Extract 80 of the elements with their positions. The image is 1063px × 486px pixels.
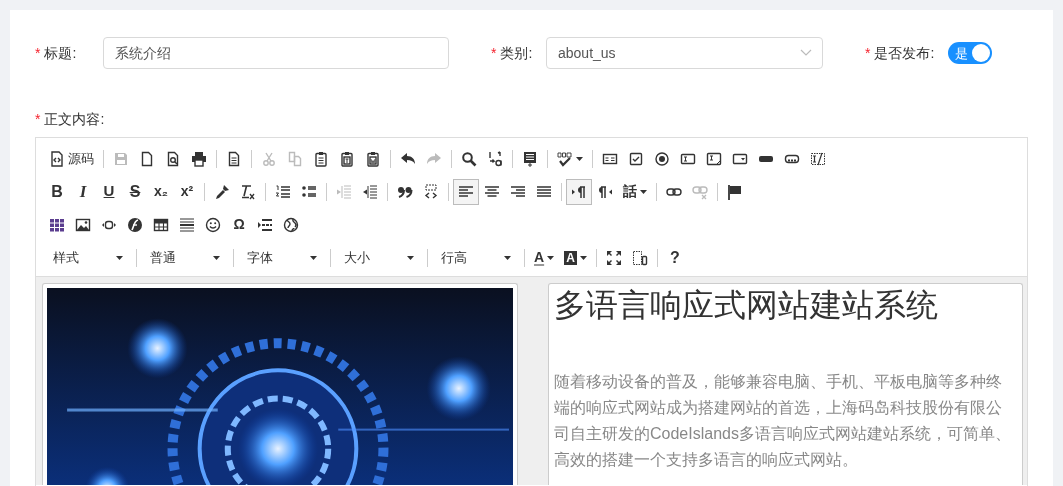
caret-icon bbox=[504, 255, 511, 260]
bolt-circle-icon bbox=[127, 216, 143, 233]
strike-button[interactable]: S bbox=[122, 178, 148, 205]
source-button[interactable]: 源码 bbox=[44, 145, 99, 172]
pilcrow-right-icon bbox=[571, 183, 587, 200]
pilcrow-left-icon bbox=[597, 183, 613, 200]
caret-icon bbox=[310, 255, 317, 260]
field-label: 是否发布: bbox=[874, 43, 935, 63]
broken-link-icon bbox=[692, 183, 708, 200]
expand-arrows-icon bbox=[605, 249, 622, 266]
table-icon bbox=[153, 216, 169, 233]
field-label: 类别: bbox=[500, 43, 533, 63]
numbered-list-icon bbox=[275, 183, 291, 200]
plain-button[interactable]: x₂ bbox=[148, 178, 174, 205]
format-dropdown[interactable]: 字体 bbox=[238, 244, 326, 271]
required-asterisk: * bbox=[491, 43, 497, 63]
align-left-icon bbox=[458, 183, 474, 200]
ring-dot-icon bbox=[654, 150, 670, 167]
bold-button[interactable]: B bbox=[44, 178, 70, 205]
paragraph: 随着移动设备的普及，能够兼容电脑、手机、平板电脑等多种终端的响应式网站成为搭建网站的首选，上海码岛科技股份有限公司自主研发的CodeIslands多语言响应式网站建站系统，可简单、高效的搭建一个支持多语言的响应式网站。 bbox=[554, 372, 1012, 470]
paintbrush-icon bbox=[214, 183, 230, 200]
bgcolor-button[interactable]: A bbox=[559, 244, 592, 271]
plain-button[interactable]: x² bbox=[174, 178, 200, 205]
format-dropdown[interactable]: 样式 bbox=[44, 244, 132, 271]
caret-icon bbox=[213, 255, 220, 260]
image-icon bbox=[75, 216, 91, 233]
format-dropdown[interactable]: 大小 bbox=[335, 244, 423, 271]
align-right-icon bbox=[510, 183, 526, 200]
smiley-icon bbox=[205, 216, 221, 233]
plain-button[interactable]: Ω bbox=[226, 211, 252, 238]
globe-icon bbox=[283, 216, 299, 233]
horizontal-lines-icon bbox=[179, 216, 195, 233]
spellcheck-icon bbox=[557, 150, 573, 167]
code-block-icon bbox=[423, 183, 439, 200]
caret-icon bbox=[116, 255, 123, 260]
swap-arrows-icon bbox=[487, 150, 503, 167]
document-lines-icon bbox=[226, 150, 242, 167]
required-asterisk: * bbox=[865, 43, 871, 63]
align-center-icon bbox=[484, 183, 500, 200]
clipboard-icon bbox=[339, 150, 355, 167]
blank-page-icon bbox=[139, 150, 155, 167]
indent-icon bbox=[362, 183, 378, 200]
chevron-down-icon bbox=[800, 49, 812, 57]
scissors-icon bbox=[261, 150, 277, 167]
justify-icon bbox=[536, 183, 552, 200]
bold-button[interactable]: ? bbox=[661, 244, 688, 271]
two-pages-icon bbox=[287, 150, 303, 167]
textcolor-button[interactable]: A bbox=[529, 244, 560, 271]
plain-button[interactable]: 話 bbox=[618, 178, 652, 205]
page-magnifier-icon bbox=[165, 150, 181, 167]
field-label: 正文内容: bbox=[44, 109, 105, 129]
format-dropdown[interactable]: 行高 bbox=[432, 244, 520, 271]
category-select[interactable]: about_us bbox=[546, 37, 823, 69]
document-code-icon bbox=[49, 150, 65, 167]
search-icon bbox=[461, 150, 477, 167]
heading: 多语言响应式网站建站系统 bbox=[554, 286, 939, 325]
ltr-button[interactable] bbox=[566, 178, 592, 205]
title-input[interactable]: 系统介绍 bbox=[103, 37, 449, 69]
required-asterisk: * bbox=[35, 109, 41, 129]
field-label: 标题: bbox=[44, 43, 77, 63]
text-area-icon bbox=[706, 150, 722, 167]
caret-icon bbox=[407, 255, 414, 260]
clear-format-icon bbox=[240, 183, 256, 200]
flag-icon bbox=[727, 183, 743, 200]
outdent-icon bbox=[336, 183, 352, 200]
format-dropdown[interactable]: 普通 bbox=[141, 244, 229, 271]
required-asterisk: * bbox=[35, 43, 41, 63]
clipboard-icon bbox=[365, 150, 381, 167]
grid-icon bbox=[49, 216, 65, 233]
tick-square-icon bbox=[628, 150, 644, 167]
alignleft-button[interactable] bbox=[453, 178, 479, 205]
show-blocks-icon bbox=[631, 249, 648, 266]
printer-icon bbox=[191, 150, 207, 167]
clipboard-icon bbox=[313, 150, 329, 167]
select-all-icon bbox=[522, 150, 538, 167]
italic-button[interactable]: I bbox=[70, 178, 96, 205]
dashed-field-icon bbox=[810, 150, 826, 167]
underline-button[interactable]: U bbox=[96, 178, 122, 205]
bulleted-list-icon bbox=[301, 183, 317, 200]
page-break-icon bbox=[257, 216, 273, 233]
